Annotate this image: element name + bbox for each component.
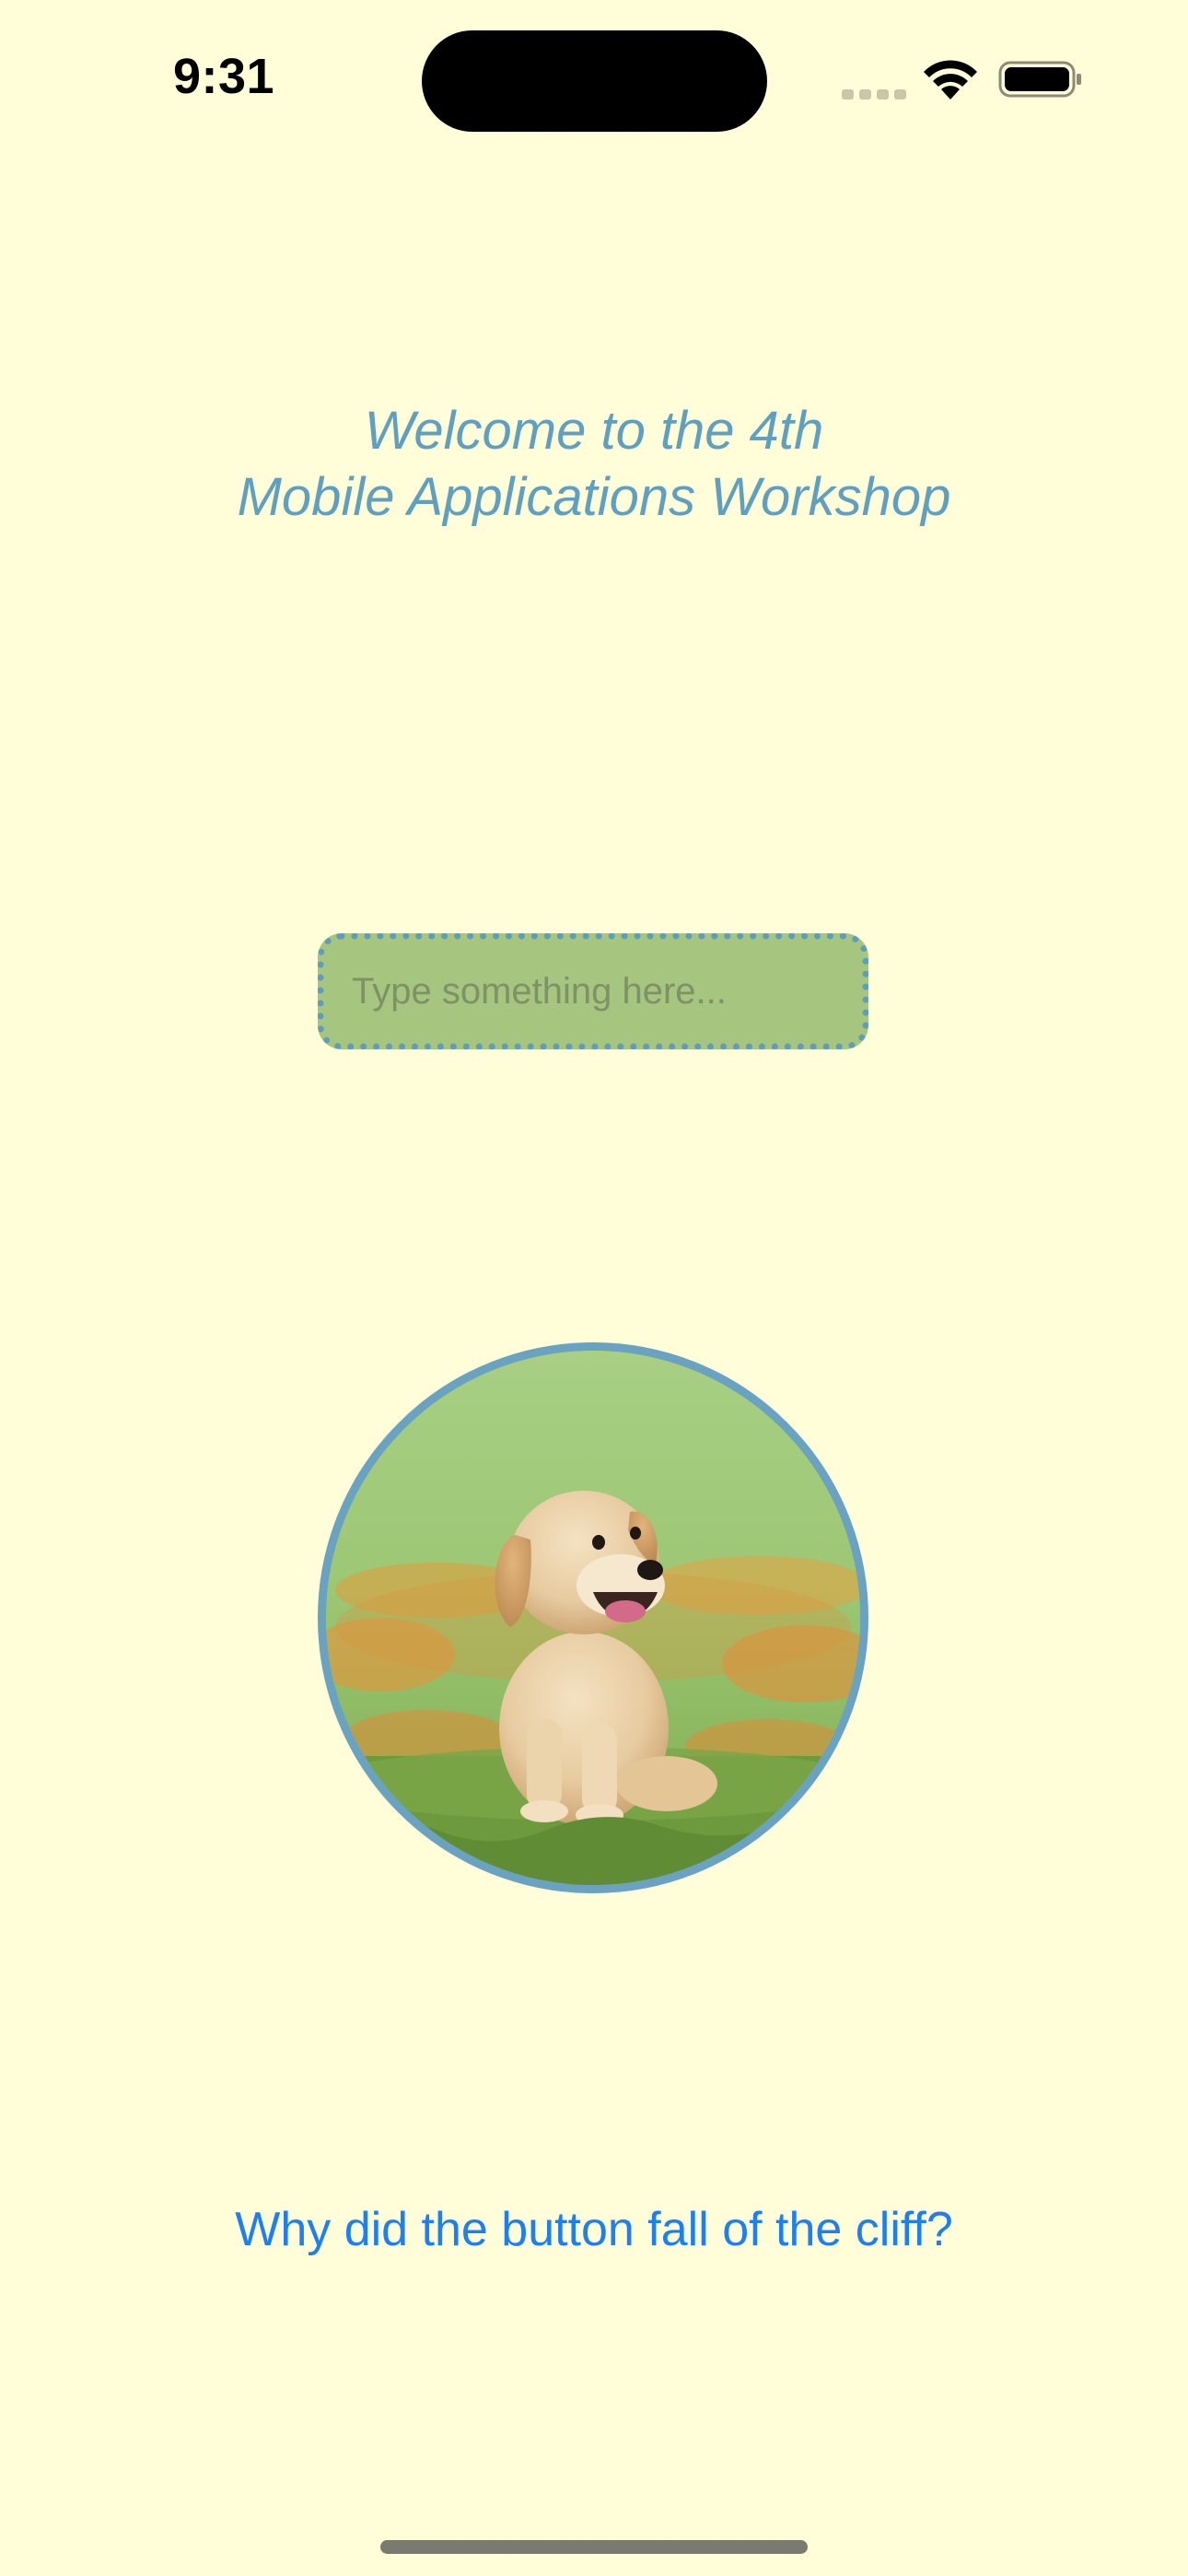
- cellular-signal-icon: [842, 83, 906, 100]
- wifi-icon: [924, 60, 977, 100]
- puppy-photo: [318, 1342, 868, 1893]
- dynamic-island: [422, 30, 767, 132]
- home-indicator[interactable]: [380, 2540, 808, 2554]
- app-screen: 9:31 Welcome to the 4th Mobile Applicati…: [0, 0, 1188, 2576]
- battery-icon: [998, 61, 1081, 98]
- status-time: 9:31: [173, 49, 275, 104]
- welcome-title: Welcome to the 4th Mobile Applications W…: [0, 398, 1188, 531]
- joke-button[interactable]: Why did the button fall of the cliff?: [0, 2202, 1188, 2257]
- puppy-photo-illustration: [326, 1351, 860, 1885]
- title-line-2: Mobile Applications Workshop: [237, 467, 951, 527]
- text-input[interactable]: [318, 933, 868, 1049]
- title-line-1: Welcome to the 4th: [364, 401, 824, 461]
